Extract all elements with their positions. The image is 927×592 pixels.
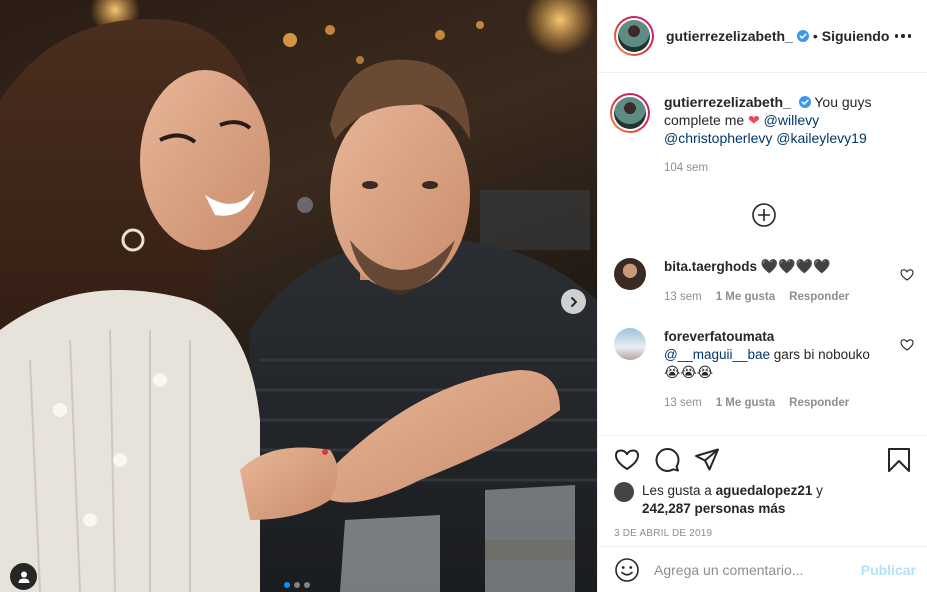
likes-summary: Les gusta a aguedalopez21 y 242,287 pers… [614, 482, 912, 518]
post-date[interactable]: 3 DE ABRIL DE 2019 [614, 528, 912, 539]
comment-emojis: 😭😭😭 [664, 365, 714, 381]
caption: gutierrezelizabeth_ You guys complete me… [598, 73, 927, 177]
likes-text: Les gusta a aguedalopez21 y 242,287 pers… [642, 482, 823, 518]
more-options-icon[interactable] [894, 28, 911, 44]
reply-button[interactable]: Responder [789, 288, 849, 306]
comment-item: foreverfatoumata @__maguii__bae gars bi … [614, 328, 914, 412]
heart-outline-icon[interactable] [900, 338, 914, 352]
verified-icon [796, 30, 809, 42]
reply-button[interactable]: Responder [789, 394, 849, 412]
comment-likes[interactable]: 1 Me gusta [716, 394, 775, 412]
carousel-dot [294, 582, 300, 588]
user-tags-button[interactable] [10, 563, 37, 590]
post-header: gutierrezelizabeth_ • Siguiendo [598, 0, 927, 73]
post-panel: gutierrezelizabeth_ • Siguiendo gutierre… [597, 0, 927, 592]
comment-time[interactable]: 13 sem [664, 288, 702, 306]
likes-joiner: y [816, 483, 823, 498]
heart-outline-icon[interactable] [900, 268, 914, 282]
likes-count[interactable]: 242,287 personas más [642, 501, 785, 516]
couple-photo [0, 0, 597, 592]
bookmark-icon[interactable] [886, 447, 912, 473]
mention-link[interactable]: @__maguii__bae [664, 347, 770, 362]
verified-icon [798, 96, 811, 108]
comment-text: gars bi nobouko [773, 347, 870, 362]
heart-emoji: ❤ [748, 112, 760, 128]
comments-area: gutierrezelizabeth_ You guys complete me… [598, 73, 927, 435]
commenter-avatar[interactable] [614, 328, 646, 360]
comment-likes[interactable]: 1 Me gusta [716, 288, 775, 306]
separator-dot: • [812, 28, 818, 44]
comment-time[interactable]: 13 sem [664, 394, 702, 412]
action-icons [614, 436, 912, 484]
commenter-username[interactable]: foreverfatoumata [664, 329, 774, 344]
user-tag-icon [18, 571, 29, 583]
carousel-indicator [284, 582, 310, 588]
next-photo-button[interactable] [561, 289, 586, 314]
comment-body: foreverfatoumata @__maguii__bae gars bi … [664, 328, 884, 412]
caption-time[interactable]: 104 sem [664, 159, 894, 177]
post-actions: Les gusta a aguedalopez21 y 242,287 pers… [598, 435, 927, 539]
commenter-username[interactable]: bita.taerghods [664, 259, 757, 274]
commenter-avatar[interactable] [614, 258, 646, 290]
comment-text: 🖤🖤🖤🖤 [760, 259, 831, 275]
add-circle-icon[interactable] [751, 202, 777, 228]
next-arrow-icon [570, 296, 577, 307]
liker-avatar[interactable] [614, 482, 634, 502]
mention-link[interactable]: @christopherlevy [664, 130, 772, 146]
comment-input[interactable] [654, 561, 861, 578]
carousel-dot [304, 582, 310, 588]
comment-icon[interactable] [654, 447, 680, 473]
publish-button[interactable]: Publicar [861, 562, 916, 578]
author-avatar[interactable] [614, 16, 654, 56]
heart-outline-icon[interactable] [614, 447, 640, 473]
comment-body: bita.taerghods 🖤🖤🖤🖤 13 sem 1 Me gusta Re… [664, 258, 884, 306]
comment-item: bita.taerghods 🖤🖤🖤🖤 13 sem 1 Me gusta Re… [614, 258, 914, 306]
caption-username[interactable]: gutierrezelizabeth_ [664, 94, 791, 110]
caption-avatar[interactable] [610, 93, 650, 133]
author-username[interactable]: gutierrezelizabeth_ [666, 28, 793, 44]
mention-link[interactable]: @kaileylevy19 [776, 130, 866, 146]
comment-meta: 13 sem 1 Me gusta Responder [664, 394, 884, 412]
liker-username[interactable]: aguedalopez21 [716, 483, 813, 498]
comment-meta: 13 sem 1 Me gusta Responder [664, 288, 884, 306]
likes-prefix: Les gusta a [642, 483, 712, 498]
add-comment-bar: Publicar [598, 546, 927, 592]
mention-link[interactable]: @willevy [764, 112, 819, 128]
following-button[interactable]: Siguiendo [822, 28, 890, 44]
emoji-icon[interactable] [614, 557, 640, 583]
share-icon[interactable] [694, 447, 720, 473]
post-image[interactable] [0, 0, 597, 592]
caption-text: gutierrezelizabeth_ You guys complete me… [664, 93, 894, 177]
carousel-dot [284, 582, 290, 588]
